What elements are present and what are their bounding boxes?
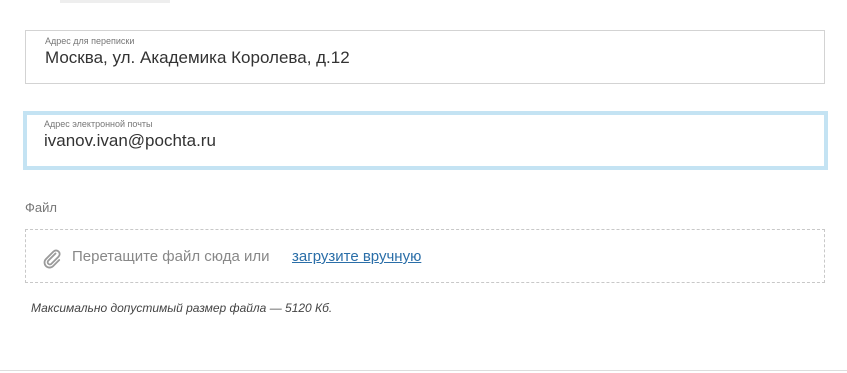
bottom-divider — [0, 370, 847, 371]
address-field-value[interactable]: Москва, ул. Академика Королева, д.12 — [45, 47, 350, 69]
paperclip-icon — [41, 247, 63, 269]
file-size-hint: Максимально допустимый размер файла — 51… — [31, 301, 333, 315]
address-field[interactable]: Адрес для переписки Москва, ул. Академик… — [25, 30, 825, 84]
email-field-value[interactable]: ivanov.ivan@pochta.ru — [44, 130, 216, 152]
upload-manually-link[interactable]: загрузите вручную — [292, 247, 421, 267]
dropzone-text: Перетащите файл сюда или — [72, 248, 270, 265]
address-field-label: Адрес для переписки — [45, 36, 135, 46]
email-field[interactable]: Адрес электронной почты ivanov.ivan@poch… — [23, 111, 828, 170]
email-field-label: Адрес электронной почты — [44, 119, 153, 129]
file-dropzone[interactable]: Перетащите файл сюда или загрузите вручн… — [25, 229, 825, 283]
top-divider-fragment — [60, 0, 170, 3]
file-section-label: Файл — [25, 200, 57, 215]
